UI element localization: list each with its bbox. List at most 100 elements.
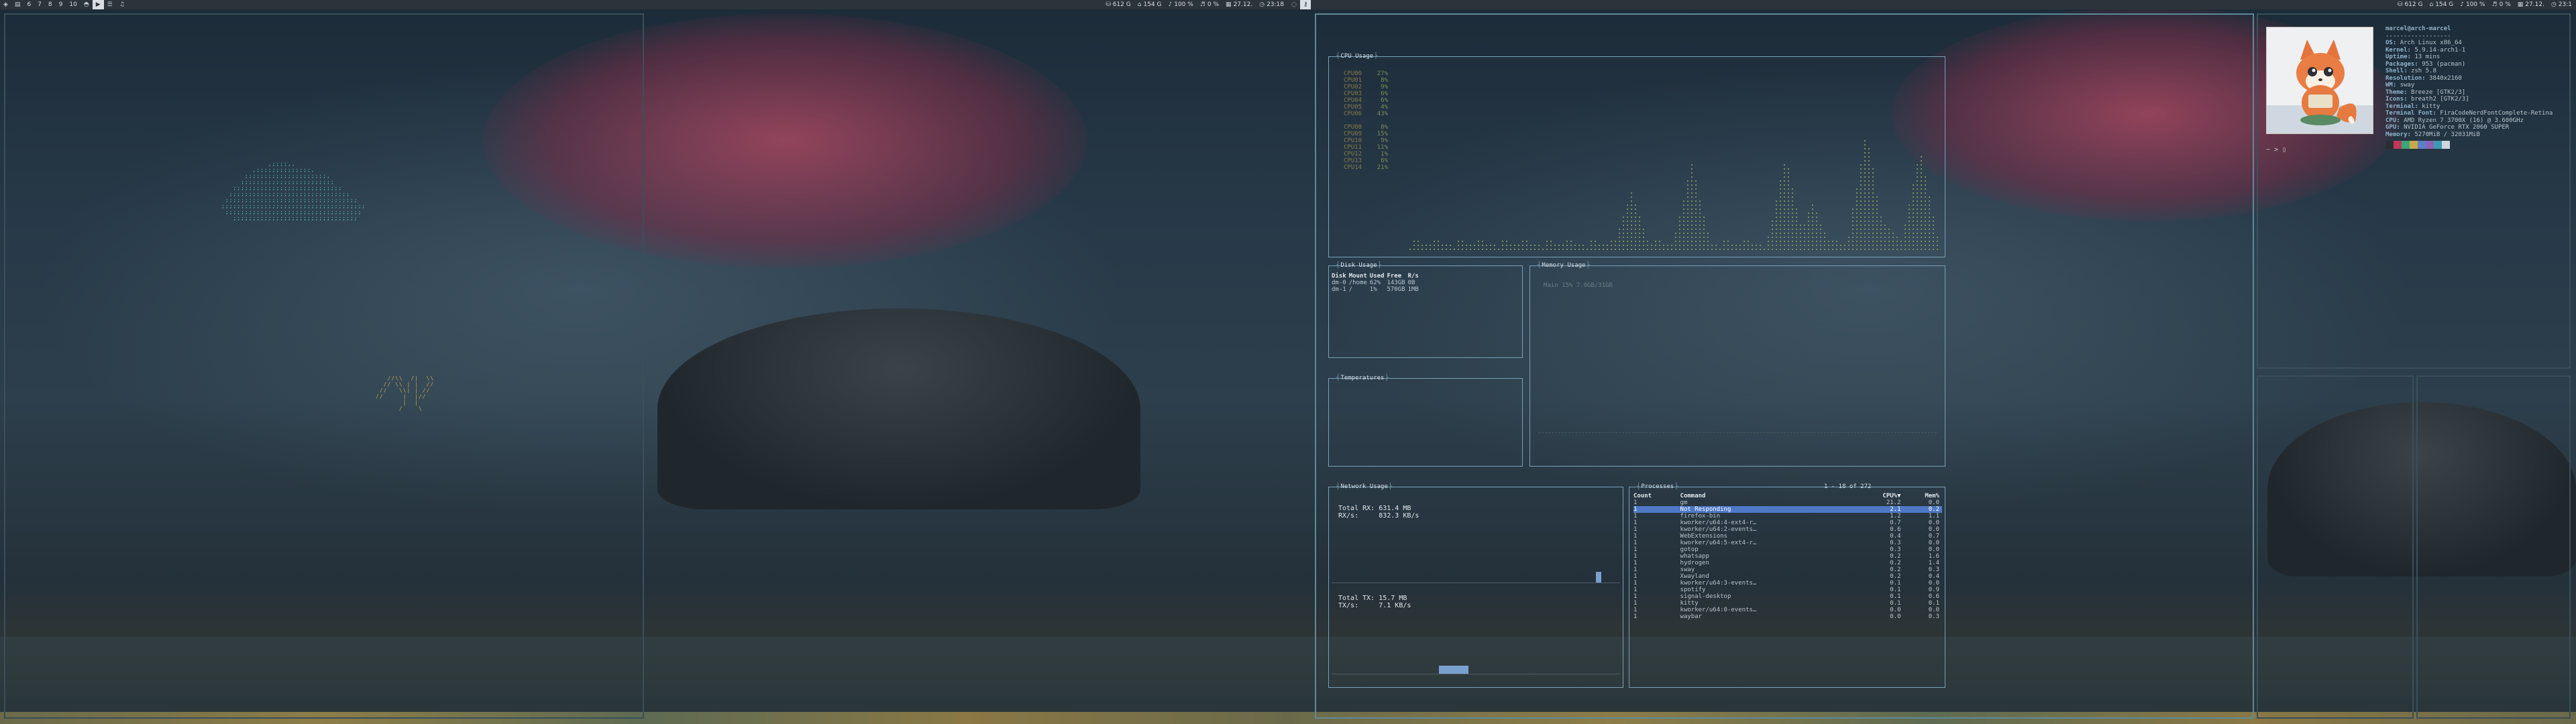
cpu-graph-dot bbox=[1876, 213, 1878, 214]
window-left-main[interactable] bbox=[4, 13, 644, 719]
process-row[interactable]: 1 kworker/u64:4-ext4-r… 0.7 0.0 bbox=[1633, 520, 1942, 526]
process-row[interactable]: 1 WebExtensions 0.4 0.7 bbox=[1633, 533, 1942, 540]
disk-root-indicator-right[interactable]: ⛁ 612 G bbox=[2398, 1, 2423, 8]
cpu-graph-dot bbox=[1921, 208, 1922, 210]
clock-indicator-right[interactable]: ◷ 23:1 bbox=[2551, 1, 2572, 8]
cpu-graph-dot bbox=[1731, 249, 1733, 250]
process-row[interactable]: 1 signal-desktop 0.1 0.6 bbox=[1633, 593, 1942, 600]
process-row[interactable]: 1 waybar 0.0 0.3 bbox=[1633, 613, 1942, 620]
cpu-graph-dot bbox=[1450, 245, 1451, 246]
disk-root-indicator[interactable]: ⛁ 612 G bbox=[1106, 1, 1131, 8]
app-icon[interactable]: ◈ bbox=[0, 0, 11, 9]
cpu-graph-dot bbox=[1776, 249, 1777, 250]
cpu-graph-dot bbox=[1852, 245, 1854, 246]
workspace-8[interactable]: 8 bbox=[45, 0, 56, 9]
process-column-header[interactable]: CPU%▼ bbox=[1857, 493, 1904, 499]
cpu-graph-dot bbox=[1506, 249, 1507, 250]
terminal-bottom-left[interactable] bbox=[2257, 375, 2414, 719]
youtube-icon[interactable]: ▶ bbox=[92, 0, 104, 9]
cpu-graph-dot bbox=[1526, 241, 1527, 242]
list-icon[interactable]: ☰ bbox=[104, 0, 116, 9]
cpu-graph-dot bbox=[1675, 245, 1676, 246]
cpu-graph-dot bbox=[1643, 229, 1644, 230]
process-row[interactable]: 1 sway 0.2 0.3 bbox=[1633, 566, 1942, 573]
volume-indicator[interactable]: ♪ 100 % bbox=[1168, 1, 1193, 8]
process-row[interactable]: 1 hydrogen 0.2 1.4 bbox=[1633, 560, 1942, 566]
cpu-graph-dot bbox=[1929, 200, 1930, 202]
process-row[interactable]: 1 kitty 0.1 0.1 bbox=[1633, 600, 1942, 607]
cpu-graph-dot bbox=[1631, 241, 1632, 242]
process-row[interactable]: 1 kworker/u64:3-events… 0.1 0.0 bbox=[1633, 580, 1942, 587]
workspace-7[interactable]: 7 bbox=[34, 0, 45, 9]
process-column-header[interactable]: Count bbox=[1633, 493, 1680, 499]
process-row[interactable]: 1 kworker/u64:2-events… 0.6 0.0 bbox=[1633, 526, 1942, 533]
shell-prompt[interactable]: ~ > ▯ bbox=[2266, 146, 2286, 154]
cpu-graph-dot bbox=[1502, 249, 1503, 250]
chat-icon[interactable]: ◌ bbox=[1288, 0, 1300, 9]
process-row[interactable]: 1 firefox-bin 1.2 1.1 bbox=[1633, 513, 1942, 520]
disk-home-indicator-right[interactable]: ⌂ 154 G bbox=[2429, 1, 2453, 8]
cpu-graph-dot bbox=[1743, 249, 1745, 250]
cpu-graph-dot bbox=[1925, 237, 1926, 238]
music-indicator[interactable]: ♬ 0 % bbox=[1200, 1, 1219, 8]
cpu-graph-dot bbox=[1925, 249, 1926, 250]
date-indicator[interactable]: ▦ 27.12. bbox=[1226, 1, 1252, 8]
disk-home-indicator[interactable]: ⌂ 154 G bbox=[1138, 1, 1162, 8]
cpu-graph-dot bbox=[1776, 237, 1777, 238]
process-row[interactable]: 1 gotop 0.3 0.0 bbox=[1633, 546, 1942, 553]
cpu-graph-dot bbox=[1820, 249, 1821, 250]
cpu-graph-dot bbox=[1788, 196, 1789, 198]
cpu-graph-dot bbox=[1679, 233, 1680, 234]
key-icon[interactable]: ⚷ bbox=[1299, 0, 1311, 9]
cpu-graph-dot bbox=[1695, 237, 1697, 238]
cpu-graph-dot bbox=[1925, 204, 1926, 206]
process-row[interactable]: 1 Xwayland 0.2 0.4 bbox=[1633, 573, 1942, 580]
volume-indicator-right[interactable]: ♪ 100 % bbox=[2460, 1, 2485, 8]
cpu-graph-dot bbox=[1715, 249, 1717, 250]
process-row[interactable]: 1 Not Responding 2.1 0.2 bbox=[1633, 506, 1942, 513]
neofetch-info: marcel@arch-marcel ------------------ OS… bbox=[2385, 25, 2553, 149]
clock-icon: ◷ bbox=[1259, 1, 1265, 8]
discord-icon[interactable]: ◓ bbox=[80, 0, 93, 9]
cpu-graph-dot bbox=[1832, 241, 1833, 242]
cpu-graph-dot bbox=[1679, 229, 1680, 230]
music-icon[interactable]: ♫ bbox=[116, 0, 128, 9]
cpu-graph-dot bbox=[1780, 221, 1781, 222]
date-indicator-right[interactable]: ▦ 27.12. bbox=[2518, 1, 2544, 8]
cpu-graph-dot bbox=[1635, 237, 1636, 238]
cpu-graph-dot bbox=[1828, 241, 1829, 242]
process-row[interactable]: 1 kworker/u64:5-ext4-r… 0.3 0.0 bbox=[1633, 540, 1942, 546]
cpu-graph-dot bbox=[1675, 249, 1676, 250]
process-row[interactable]: 1 whatsapp 0.2 1.6 bbox=[1633, 553, 1942, 560]
cpu-graph-dot bbox=[1446, 249, 1447, 250]
cpu-graph-dot bbox=[1695, 213, 1697, 214]
doc-icon[interactable]: ▤ bbox=[11, 0, 24, 9]
cpu-graph-dot bbox=[1780, 233, 1781, 234]
cpu-graph-dot bbox=[1860, 164, 1862, 166]
cpu-graph-dot bbox=[1683, 249, 1684, 250]
cpu-graph-dot bbox=[1687, 249, 1688, 250]
process-table[interactable]: Count Command CPU%▼ Mem% 1 gm 21.2 0.0 1 Not Res… bbox=[1633, 493, 1942, 620]
disk-home-value: 154 G bbox=[2435, 1, 2454, 8]
workspace-10[interactable]: 10 bbox=[66, 0, 80, 9]
cpu-graph-dot bbox=[1707, 233, 1709, 234]
neofetch-field: Icons: breath2 [GTK2/3] bbox=[2385, 96, 2553, 103]
cpu-graph-dot bbox=[1929, 204, 1930, 206]
process-row[interactable]: 1 gm 21.2 0.0 bbox=[1633, 499, 1942, 506]
cpu-graph-dot bbox=[1904, 241, 1906, 242]
process-row[interactable]: 1 spotify 0.1 0.9 bbox=[1633, 587, 1942, 593]
process-row[interactable]: 1 kworker/u64:0-events… 0.0 0.0 bbox=[1633, 607, 1942, 613]
music-indicator-right[interactable]: ♬ 0 % bbox=[2492, 1, 2511, 8]
cpu-graph-dot bbox=[1756, 245, 1757, 246]
workspace-9[interactable]: 9 bbox=[56, 0, 66, 9]
terminal-bottom-right[interactable] bbox=[2416, 375, 2571, 719]
disk-cell: dm-0 bbox=[1332, 280, 1346, 286]
cpu-graph-dot bbox=[1780, 245, 1781, 246]
process-column-header[interactable]: Mem% bbox=[1904, 493, 1942, 499]
clock-indicator[interactable]: ◷ 23:18 bbox=[1259, 1, 1284, 8]
cpu-graph-dot bbox=[1530, 245, 1532, 246]
cpu-graph-dot bbox=[1595, 241, 1596, 242]
process-column-header[interactable]: Command bbox=[1680, 493, 1857, 499]
workspace-6[interactable]: 6 bbox=[23, 0, 34, 9]
cpu-graph-dot bbox=[1748, 245, 1749, 246]
